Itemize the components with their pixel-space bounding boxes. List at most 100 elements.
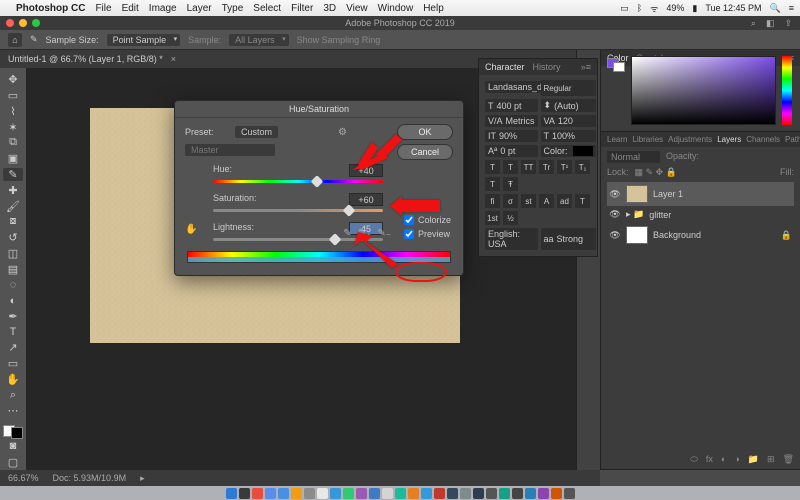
- type-tool-icon[interactable]: T: [3, 325, 23, 339]
- hand-tool-icon[interactable]: ✋: [3, 373, 23, 387]
- menu-layer[interactable]: Layer: [187, 3, 212, 14]
- panel-menu-icon[interactable]: »≡: [581, 62, 591, 72]
- crop-tool-icon[interactable]: ⧉: [3, 136, 23, 150]
- dock-app-icon[interactable]: [330, 488, 341, 499]
- dock-app-icon[interactable]: [499, 488, 510, 499]
- tab-libraries[interactable]: Libraries: [632, 135, 663, 144]
- move-tool-icon[interactable]: ✥: [3, 73, 23, 87]
- airplay-icon[interactable]: ▭: [620, 3, 629, 14]
- eraser-tool-icon[interactable]: ◫: [3, 246, 23, 260]
- vscale-field[interactable]: IT 90%: [485, 130, 538, 142]
- eyedropper-sub-icon[interactable]: ✎₋: [377, 228, 391, 239]
- menu-help[interactable]: Help: [423, 3, 444, 14]
- antialias-dropdown[interactable]: aa Strong: [541, 228, 596, 250]
- group-icon[interactable]: 📁: [748, 454, 759, 465]
- screenmode-icon[interactable]: ▢: [3, 455, 23, 469]
- dock-app-icon[interactable]: [473, 488, 484, 499]
- close-tab-icon[interactable]: ×: [171, 54, 176, 64]
- visibility-icon[interactable]: 👁: [609, 209, 621, 220]
- dock-app-icon[interactable]: [291, 488, 302, 499]
- saturation-input[interactable]: +60: [349, 193, 383, 206]
- search-icon[interactable]: ⌕: [751, 18, 756, 29]
- fg-bg-swatch[interactable]: [607, 58, 625, 72]
- saturation-slider[interactable]: [213, 209, 383, 212]
- visibility-icon[interactable]: 👁: [609, 230, 621, 241]
- tab-layers[interactable]: Layers: [717, 135, 741, 144]
- shape-tool-icon[interactable]: ▭: [3, 357, 23, 371]
- ok-button[interactable]: OK: [397, 124, 453, 140]
- sample-dropdown[interactable]: All Layers: [229, 34, 289, 46]
- adjustment-icon[interactable]: ◑: [734, 454, 739, 465]
- wand-tool-icon[interactable]: ✶: [3, 120, 23, 134]
- blur-tool-icon[interactable]: ◌: [3, 278, 23, 292]
- lock-icons[interactable]: ▦ ✎ ✥ 🔒: [635, 167, 677, 178]
- layer-row[interactable]: 👁▸ 📁glitter: [607, 206, 794, 223]
- leading-field[interactable]: ⬍ (Auto): [541, 99, 596, 112]
- zoom-level[interactable]: 66.67%: [8, 473, 39, 483]
- eyedropper-icon[interactable]: ✎: [343, 228, 351, 239]
- cancel-button[interactable]: Cancel: [397, 144, 453, 160]
- color-picker[interactable]: [631, 56, 776, 125]
- tab-learn[interactable]: Learn: [607, 135, 627, 144]
- link-icon[interactable]: ⬭: [690, 454, 698, 465]
- hscale-field[interactable]: T 100%: [541, 130, 596, 142]
- dock-app-icon[interactable]: [512, 488, 523, 499]
- dock-app-icon[interactable]: [421, 488, 432, 499]
- hue-input[interactable]: +40: [349, 164, 383, 177]
- heal-tool-icon[interactable]: ✚: [3, 183, 23, 197]
- eyedropper-tool-icon[interactable]: ✎: [3, 168, 23, 182]
- dock-app-icon[interactable]: [369, 488, 380, 499]
- menu-image[interactable]: Image: [149, 3, 177, 14]
- colorize-checkbox[interactable]: Colorize: [404, 215, 451, 225]
- marquee-tool-icon[interactable]: ▭: [3, 89, 23, 103]
- home-icon[interactable]: ⌂: [8, 33, 22, 47]
- dock-app-icon[interactable]: [317, 488, 328, 499]
- color-field[interactable]: Color:: [541, 145, 596, 157]
- notification-icon[interactable]: ≡: [789, 3, 794, 13]
- doc-size[interactable]: Doc: 5.93M/10.9M: [53, 473, 127, 483]
- traffic-lights[interactable]: [6, 19, 40, 27]
- layer-name[interactable]: Layer 1: [653, 189, 683, 199]
- quickmask-icon[interactable]: ◙: [3, 440, 23, 454]
- dock-app-icon[interactable]: [447, 488, 458, 499]
- hue-strip[interactable]: [782, 56, 792, 125]
- dock-app-icon[interactable]: [408, 488, 419, 499]
- fx-icon[interactable]: fx: [706, 454, 713, 465]
- spectrum-bar[interactable]: [187, 251, 451, 263]
- color-swatches[interactable]: [3, 425, 23, 439]
- stamp-tool-icon[interactable]: ⧇: [3, 215, 23, 229]
- lasso-tool-icon[interactable]: ⌇: [3, 105, 23, 119]
- wifi-icon[interactable]: ᯤ: [650, 2, 658, 15]
- blend-mode-dropdown[interactable]: Normal: [607, 151, 660, 163]
- brush-tool-icon[interactable]: 🖌: [3, 199, 23, 213]
- preset-dropdown[interactable]: Custom: [235, 126, 278, 138]
- hand-icon[interactable]: ✋: [185, 224, 197, 235]
- layer-name[interactable]: Background: [653, 230, 701, 240]
- dock-app-icon[interactable]: [239, 488, 250, 499]
- layer-name[interactable]: glitter: [649, 210, 671, 220]
- menu-type[interactable]: Type: [222, 3, 244, 14]
- dodge-tool-icon[interactable]: ◐: [3, 294, 23, 308]
- history-brush-icon[interactable]: ↺: [3, 231, 23, 245]
- tracking-field[interactable]: VA 120: [541, 115, 596, 127]
- pen-tool-icon[interactable]: ✒: [3, 309, 23, 323]
- path-tool-icon[interactable]: ↗: [3, 341, 23, 355]
- eyedropper-icon[interactable]: ✎: [30, 34, 38, 45]
- spotlight-icon[interactable]: 🔍: [770, 3, 781, 14]
- app-name[interactable]: Photoshop CC: [16, 3, 85, 14]
- trash-icon[interactable]: 🗑: [783, 454, 794, 465]
- kerning-field[interactable]: V/A Metrics: [485, 115, 538, 127]
- dock-app-icon[interactable]: [460, 488, 471, 499]
- type-style-buttons[interactable]: TTTTTrT¹T₁TŦ: [485, 160, 596, 191]
- dock-app-icon[interactable]: [252, 488, 263, 499]
- tab-paths[interactable]: Paths: [785, 135, 800, 144]
- show-ring-checkbox[interactable]: Show Sampling Ring: [297, 35, 381, 45]
- tab-adjustments[interactable]: Adjustments: [668, 135, 712, 144]
- dock-app-icon[interactable]: [551, 488, 562, 499]
- chevron-right-icon[interactable]: ▸: [140, 473, 145, 484]
- menu-3d[interactable]: 3D: [323, 3, 336, 14]
- share-icon[interactable]: ⇪: [784, 18, 792, 29]
- dock-app-icon[interactable]: [304, 488, 315, 499]
- dock-app-icon[interactable]: [434, 488, 445, 499]
- menu-file[interactable]: File: [95, 3, 111, 14]
